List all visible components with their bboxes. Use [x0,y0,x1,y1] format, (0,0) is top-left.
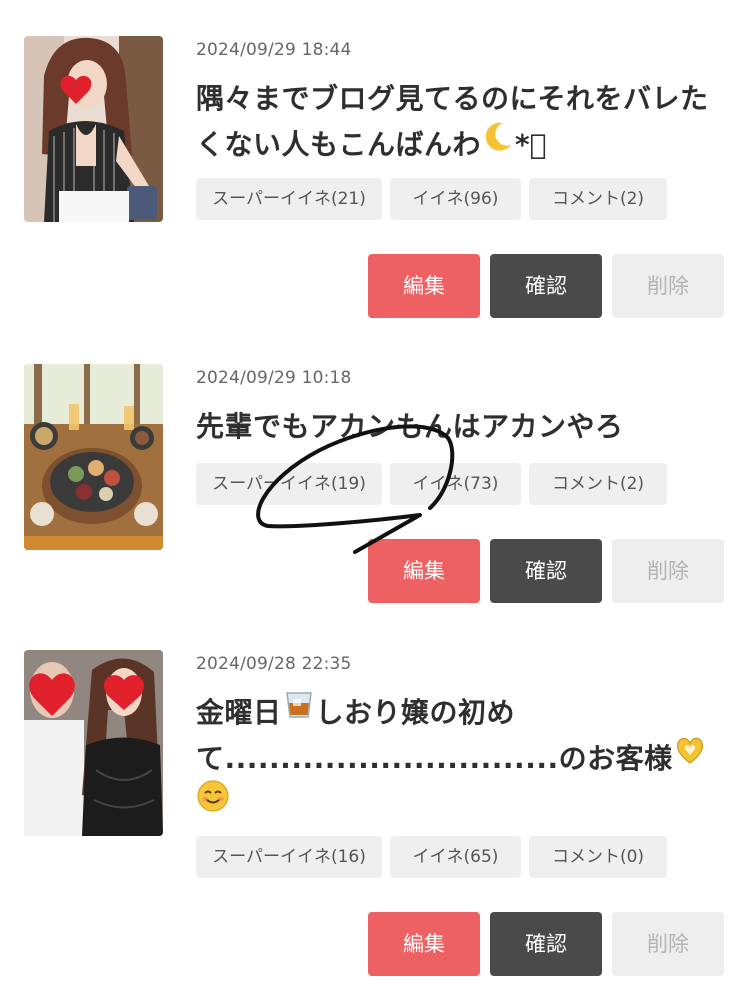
like-chip[interactable]: イイネ(73) [390,463,521,505]
post-item: 2024/09/28 22:35 金曜日 しおり嬢の初めて............… [0,650,747,990]
edit-button[interactable]: 編集 [368,254,480,318]
post-title-text-2: しおり嬢の初め [315,696,516,729]
post-thumbnail[interactable] [24,36,163,222]
like-chip[interactable]: イイネ(96) [390,178,521,220]
post-date: 2024/09/28 22:35 [196,654,352,674]
post-actions: 編集 確認 削除 [368,912,724,976]
super-like-chip[interactable]: スーパーイイネ(19) [196,463,382,505]
comment-chip[interactable]: コメント(2) [529,463,667,505]
post-title-tail: *ﾟ [515,128,547,161]
post-date: 2024/09/29 10:18 [196,368,352,388]
smiling-face-icon [196,779,230,827]
confirm-button[interactable]: 確認 [490,912,602,976]
reaction-chips: スーパーイイネ(16) イイネ(65) コメント(0) [196,836,667,878]
heart-hands-icon [673,733,707,781]
delete-button[interactable]: 削除 [612,539,724,603]
post-thumbnail[interactable] [24,650,163,836]
confirm-button[interactable]: 確認 [490,254,602,318]
post-title-text: 金曜日 [196,696,282,729]
post-actions: 編集 確認 削除 [368,254,724,318]
edit-button[interactable]: 編集 [368,912,480,976]
reaction-chips: スーパーイイネ(19) イイネ(73) コメント(2) [196,463,667,505]
crescent-moon-icon [481,119,515,167]
post-title-line2: て..............................のお客様 [196,742,673,775]
post-thumbnail[interactable] [24,364,163,550]
edit-button[interactable]: 編集 [368,539,480,603]
delete-button[interactable]: 削除 [612,254,724,318]
post-date: 2024/09/29 18:44 [196,40,352,60]
reaction-chips: スーパーイイネ(21) イイネ(96) コメント(2) [196,178,667,220]
delete-button[interactable]: 削除 [612,912,724,976]
like-chip[interactable]: イイネ(65) [390,836,521,878]
post-title[interactable]: 隅々までブログ見てるのにそれをバレたくない人もこんばんわ *ﾟ [196,76,716,168]
post-title[interactable]: 金曜日 しおり嬢の初めて.............................… [196,690,716,828]
confirm-button[interactable]: 確認 [490,539,602,603]
whisky-glass-icon [282,687,316,735]
super-like-chip[interactable]: スーパーイイネ(21) [196,178,382,220]
post-item: 2024/09/29 18:44 隅々までブログ見てるのにそれをバレたくない人も… [0,36,747,326]
post-title[interactable]: 先輩でもアカンもんはアカンやろ [196,404,716,450]
comment-chip[interactable]: コメント(0) [529,836,667,878]
post-item: 2024/09/29 10:18 先輩でもアカンもんはアカンやろ スーパーイイネ… [0,364,747,614]
comment-chip[interactable]: コメント(2) [529,178,667,220]
post-title-text: 隅々までブログ見てるのにそれをバレたくない人もこんばんわ [196,82,709,161]
super-like-chip[interactable]: スーパーイイネ(16) [196,836,382,878]
post-actions: 編集 確認 削除 [368,539,724,603]
